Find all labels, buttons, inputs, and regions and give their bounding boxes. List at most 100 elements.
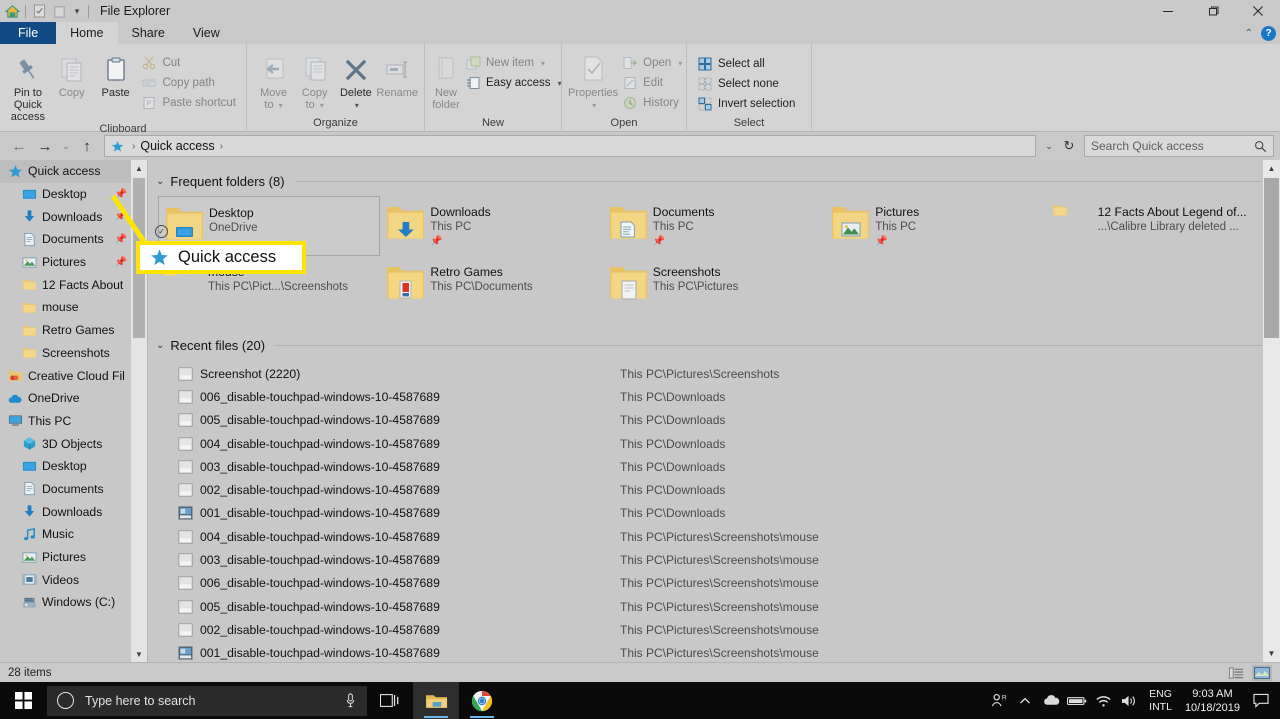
action-center-icon[interactable] [1246, 682, 1276, 719]
task-view-icon[interactable] [367, 682, 413, 719]
paste-button[interactable]: Paste [94, 48, 138, 99]
search-box[interactable]: Search Quick access [1084, 135, 1274, 157]
recent-file-row[interactable]: 001_disable-touchpad-windows-10-4587689 T… [148, 642, 1280, 662]
sidebar-item-quick-access[interactable]: Quick access [0, 160, 131, 183]
breadcrumb[interactable]: › Quick access › [104, 135, 1036, 157]
file-list-scrollbar[interactable]: ▲ ▼ [1263, 160, 1280, 662]
move-to-button[interactable]: Move to ▾ [253, 48, 294, 112]
frequent-folders-header[interactable]: ⌄ Frequent folders (8) [148, 168, 1280, 194]
sidebar-item-this-pc[interactable]: This PC [0, 410, 131, 433]
recent-files-header[interactable]: ⌄ Recent files (20) [148, 332, 1280, 358]
sidebar-item-music[interactable]: Music [0, 523, 131, 546]
refresh-button[interactable]: ↻ [1058, 135, 1080, 157]
chrome-icon[interactable] [459, 682, 505, 719]
sidebar-item-retro-games[interactable]: Retro Games [0, 319, 131, 342]
recent-file-row[interactable]: 006_disable-touchpad-windows-10-4587689 T… [148, 385, 1280, 408]
frequent-folder-item[interactable]: Pictures This PC 📌 [825, 196, 1047, 256]
cut-button[interactable]: Cut [137, 53, 240, 73]
sidebar-item-desktop[interactable]: Desktop [0, 455, 131, 478]
file-scroll-thumb[interactable] [1264, 178, 1279, 338]
tab-view[interactable]: View [179, 22, 234, 44]
tab-file[interactable]: File [0, 22, 57, 44]
recent-file-row[interactable]: 002_disable-touchpad-windows-10-4587689 T… [148, 478, 1280, 501]
chevron-down-icon[interactable]: ⌄ [156, 340, 164, 351]
delete-button[interactable]: Delete ▾ [335, 48, 376, 112]
copy-to-button[interactable]: Copy to ▾ [294, 48, 335, 112]
address-dropdown-button[interactable]: ⌄ [1040, 141, 1058, 152]
history-button[interactable]: History [618, 93, 686, 113]
new-folder-icon[interactable] [49, 1, 69, 21]
people-icon[interactable]: R [986, 682, 1012, 719]
edit-button[interactable]: Edit [618, 73, 686, 93]
recent-file-row[interactable]: 006_disable-touchpad-windows-10-4587689 T… [148, 572, 1280, 595]
nav-scroll-down-icon[interactable]: ▼ [131, 646, 147, 662]
rename-button[interactable]: Rename [376, 48, 418, 99]
recent-locations-button[interactable]: ⌄ [58, 134, 74, 158]
large-icons-view-button[interactable] [1252, 664, 1272, 681]
pin-icon[interactable]: 📌 [430, 236, 490, 247]
explorer-app-icon[interactable] [2, 1, 22, 21]
taskbar-search-input[interactable]: Type here to search [85, 694, 344, 708]
minimize-button[interactable] [1145, 0, 1190, 22]
file-scroll-down-icon[interactable]: ▼ [1263, 645, 1280, 662]
recent-file-row[interactable]: 005_disable-touchpad-windows-10-4587689 T… [148, 409, 1280, 432]
sidebar-item-pictures[interactable]: Pictures [0, 546, 131, 569]
pin-icon[interactable]: 📌 [875, 236, 919, 247]
new-item-dropdown-caret[interactable]: ▾ [541, 59, 545, 68]
select-none-button[interactable]: Select none [693, 74, 799, 94]
invert-selection-button[interactable]: Invert selection [693, 94, 799, 114]
sidebar-item-windows-c[interactable]: Windows (C:) [0, 591, 131, 614]
delete-dropdown-caret[interactable]: ▾ [355, 101, 359, 110]
onedrive-cloud-icon[interactable] [1038, 682, 1064, 719]
paste-shortcut-button[interactable]: P Paste shortcut [137, 93, 240, 113]
chevron-down-icon[interactable]: ⌄ [156, 176, 164, 187]
recent-file-row[interactable]: 003_disable-touchpad-windows-10-4587689 T… [148, 548, 1280, 571]
new-folder-button[interactable]: New folder [431, 48, 461, 111]
close-button[interactable] [1235, 0, 1280, 22]
up-button[interactable]: ↑ [74, 134, 100, 158]
tab-home[interactable]: Home [56, 22, 118, 44]
properties-button[interactable]: Properties ▾ [568, 48, 618, 112]
frequent-folder-item[interactable]: Screenshots This PC\Pictures [603, 256, 825, 316]
pin-to-quick-access-button[interactable]: Pin to Quick access [6, 48, 50, 123]
forward-button[interactable]: → [32, 134, 58, 158]
show-hidden-icons-chevron-icon[interactable] [1012, 682, 1038, 719]
recent-file-row[interactable]: 002_disable-touchpad-windows-10-4587689 T… [148, 618, 1280, 641]
sidebar-item-downloads[interactable]: Downloads [0, 500, 131, 523]
recent-file-row[interactable]: 005_disable-touchpad-windows-10-4587689 T… [148, 595, 1280, 618]
frequent-folder-item[interactable]: Retro Games This PC\Documents [380, 256, 602, 316]
details-view-button[interactable] [1226, 665, 1246, 681]
recent-file-row[interactable]: Screenshot (2220) This PC\Pictures\Screen… [148, 362, 1280, 385]
recent-file-row[interactable]: 004_disable-touchpad-windows-10-4587689 T… [148, 432, 1280, 455]
search-input[interactable]: Search Quick access [1091, 139, 1254, 153]
file-scroll-up-icon[interactable]: ▲ [1263, 160, 1280, 177]
easy-access-button[interactable]: Easy access ▾ [461, 73, 566, 93]
volume-icon[interactable] [1116, 682, 1142, 719]
recent-file-row[interactable]: 001_disable-touchpad-windows-10-4587689 T… [148, 502, 1280, 525]
copy-button[interactable]: Copy [50, 48, 94, 99]
properties-dropdown-caret[interactable]: ▾ [592, 101, 596, 110]
clock[interactable]: 9:03 AM 10/18/2019 [1179, 687, 1246, 715]
sidebar-item-mouse[interactable]: mouse [0, 296, 131, 319]
frequent-folder-item[interactable]: Documents This PC 📌 [603, 196, 825, 256]
help-icon[interactable]: ? [1261, 25, 1276, 41]
language-indicator[interactable]: ENG INTL [1142, 688, 1179, 714]
copy-to-dropdown-caret[interactable]: ▾ [320, 101, 324, 110]
nav-scroll-up-icon[interactable]: ▲ [131, 160, 147, 176]
collapse-ribbon-button[interactable]: ⌃ [1245, 28, 1253, 39]
copy-path-button[interactable]: Copy path [137, 73, 240, 93]
new-item-button[interactable]: New item ▾ [461, 53, 566, 73]
taskbar-search-box[interactable]: Type here to search [47, 685, 367, 716]
breadcrumb-separator-1[interactable]: › [132, 141, 135, 152]
properties-icon[interactable] [29, 1, 49, 21]
recent-file-row[interactable]: 004_disable-touchpad-windows-10-4587689 T… [148, 525, 1280, 548]
file-explorer-icon[interactable] [413, 682, 459, 719]
battery-icon[interactable] [1064, 682, 1090, 719]
tab-share[interactable]: Share [118, 22, 179, 44]
wifi-icon[interactable] [1090, 682, 1116, 719]
easy-access-dropdown-caret[interactable]: ▾ [558, 79, 562, 88]
sidebar-item-3d-objects[interactable]: 3D Objects [0, 432, 131, 455]
sidebar-item-videos[interactable]: Videos [0, 568, 131, 591]
sidebar-item-onedrive[interactable]: OneDrive [0, 387, 131, 410]
breadcrumb-item-quick-access[interactable]: Quick access [140, 139, 214, 153]
